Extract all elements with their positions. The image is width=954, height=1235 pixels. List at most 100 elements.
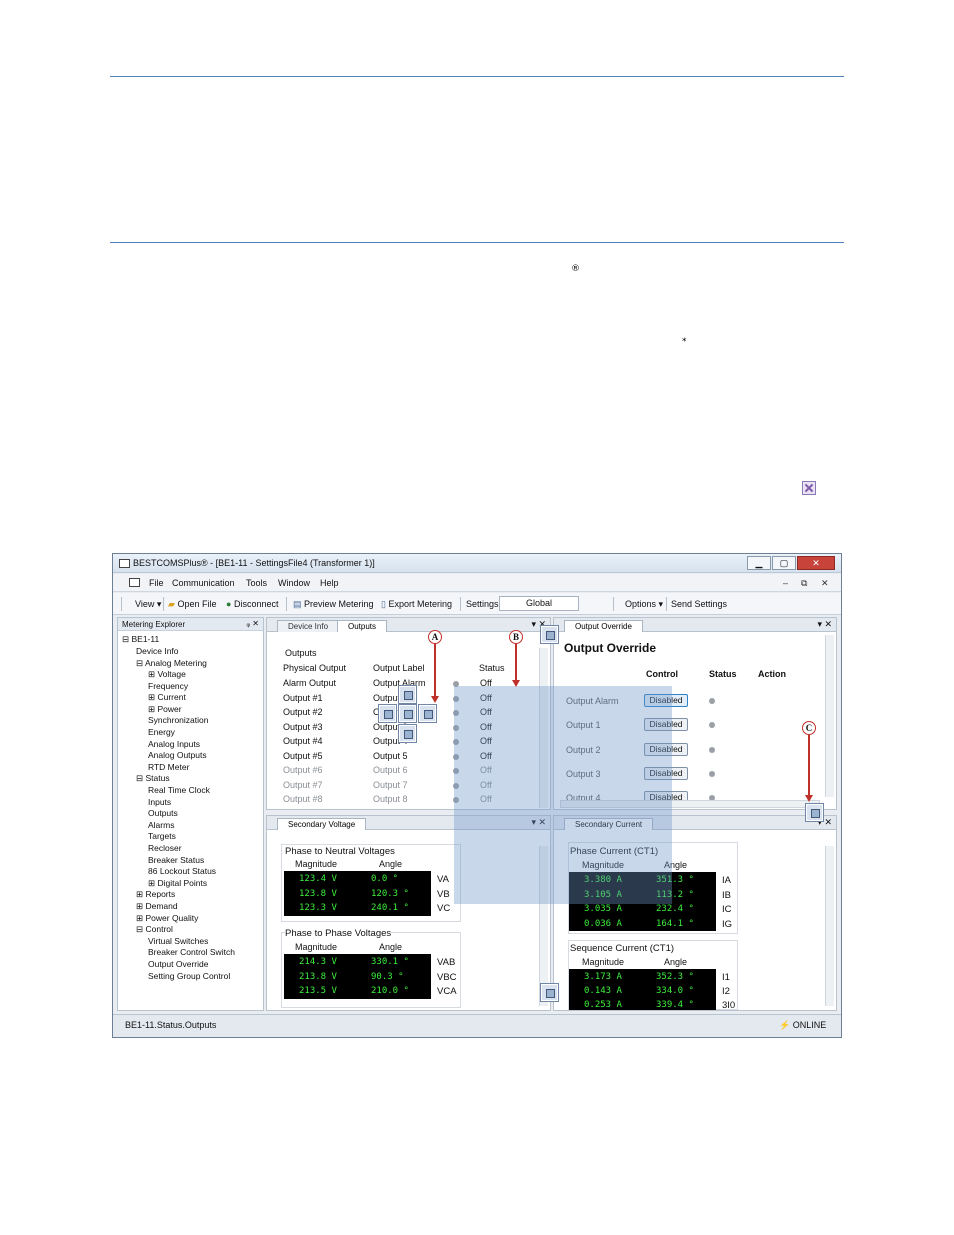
tree-item[interactable]: ⊞ Power Quality xyxy=(136,913,198,924)
menu-bar: File Communication Tools Window Help – ⧉… xyxy=(113,574,841,592)
dock-preview-overlay xyxy=(454,686,672,904)
override-menu-close-icons[interactable]: ▾ ✕ xyxy=(817,619,832,630)
send-settings-button[interactable]: Send Settings xyxy=(671,599,727,609)
status-bar: BE1-11.Status.Outputs ⚡ ONLINE xyxy=(113,1014,841,1037)
options-button[interactable]: Options ▾ xyxy=(625,599,663,610)
tree-item[interactable]: ⊞ Digital Points xyxy=(148,878,207,889)
current-scrollbar[interactable] xyxy=(825,846,834,1006)
tree-item[interactable]: Output Override xyxy=(148,959,208,970)
meter-angle: 240.1 ° xyxy=(371,903,409,913)
tree-item[interactable]: Virtual Switches xyxy=(148,936,208,947)
meter-magnitude: 123.3 V xyxy=(299,903,337,913)
preview-metering-button[interactable]: ▤ Preview Metering xyxy=(293,599,374,610)
tree-item[interactable]: Outputs xyxy=(148,808,178,819)
preview-metering-label: Preview Metering xyxy=(304,599,374,609)
online-label: ONLINE xyxy=(792,1020,827,1030)
tab-secondary-voltage[interactable]: Secondary Voltage xyxy=(277,818,367,830)
dock-guide-left-icon[interactable] xyxy=(378,704,397,723)
maximize-button[interactable]: ▢ xyxy=(772,556,796,570)
dock-guide-top-icon[interactable] xyxy=(398,685,417,704)
tree-item[interactable]: RTD Meter xyxy=(148,762,189,773)
meter-quantity-name: IA xyxy=(722,875,731,886)
tree-item[interactable]: ⊞ Power xyxy=(148,704,182,715)
menu-tools[interactable]: Tools xyxy=(246,578,267,588)
phase-neutral-heading: Phase to Neutral Voltages xyxy=(285,846,395,857)
dock-guide-right-icon[interactable] xyxy=(418,704,437,723)
tab-outputs[interactable]: Outputs xyxy=(337,620,388,632)
tree-item[interactable]: Analog Inputs xyxy=(148,739,200,750)
tree-item[interactable]: ⊞ Current xyxy=(148,692,186,703)
meter-angle: 210.0 ° xyxy=(371,986,409,996)
callout-c: C xyxy=(802,721,816,735)
minimize-button[interactable]: ▁ xyxy=(747,556,771,570)
override-vscroll[interactable] xyxy=(825,635,834,797)
meter-magnitude: 0.253 A xyxy=(584,1000,622,1011)
callout-b-arrowhead xyxy=(512,680,520,687)
vn-col-mag: Magnitude xyxy=(295,859,338,869)
export-metering-button[interactable]: ▯ Export Metering xyxy=(381,599,452,610)
menu-window[interactable]: Window xyxy=(278,578,310,588)
meter-quantity-name: VAB xyxy=(437,957,456,968)
settings-select[interactable]: Global xyxy=(499,596,579,611)
close-button-icon xyxy=(802,481,816,495)
meter-quantity-name: I2 xyxy=(722,986,730,998)
tree-item[interactable]: Real Time Clock xyxy=(148,785,210,796)
meter-quantity-name: IB xyxy=(722,889,731,901)
close-button[interactable]: ✕ xyxy=(797,556,835,570)
meter-magnitude: 0.143 A xyxy=(584,986,622,997)
connection-icon: ⚡ xyxy=(779,1020,791,1030)
mdi-restore-button[interactable]: ⧉ xyxy=(801,578,807,589)
tree-item[interactable]: ⊞ Reports xyxy=(136,889,175,900)
tab-device-info[interactable]: Device Info xyxy=(277,620,340,632)
override-status-led xyxy=(709,771,715,777)
explorer-title: Metering Explorer xyxy=(122,620,186,629)
dock-guide-center-icon[interactable] xyxy=(398,704,417,723)
tree-item[interactable]: ⊞ Voltage xyxy=(148,669,186,680)
meter-quantity-name: VB xyxy=(437,888,450,900)
menu-communication[interactable]: Communication xyxy=(172,578,235,588)
tree-item[interactable]: Breaker Status xyxy=(148,855,204,866)
sequence-current-heading: Sequence Current (CT1) xyxy=(570,943,675,954)
tree-item[interactable]: Alarms xyxy=(148,820,174,831)
section-rule xyxy=(110,242,844,243)
tree-item[interactable]: ⊞ Demand xyxy=(136,901,178,912)
outputs-heading: Outputs xyxy=(285,648,317,658)
tree-item[interactable]: ⊟ BE1-11 xyxy=(122,634,159,645)
tree-item[interactable]: Energy xyxy=(148,727,175,738)
tree-item[interactable]: ⊟ Analog Metering xyxy=(136,658,207,669)
mdi-close-button[interactable]: ✕ xyxy=(821,578,829,589)
meter-magnitude: 3.035 A xyxy=(584,904,622,914)
explorer-pin-close-icons[interactable]: ᵩ ✕ xyxy=(247,619,259,628)
tree-item[interactable]: Setting Group Control xyxy=(148,971,230,982)
tree-item[interactable]: ⊟ Status xyxy=(136,773,170,784)
dock-guide-window-bottom-icon[interactable] xyxy=(540,983,559,1002)
mdi-minimize-button[interactable]: – xyxy=(783,578,788,588)
vn-col-ang: Angle xyxy=(379,859,403,869)
dock-guide-window-top-icon[interactable] xyxy=(540,625,559,644)
dock-guide-bottom-icon[interactable] xyxy=(398,724,417,743)
disconnect-button[interactable]: ● Disconnect xyxy=(226,599,278,609)
tree-item[interactable]: Synchronization xyxy=(148,715,208,726)
meter-quantity-name: VCA xyxy=(437,986,457,997)
menu-help[interactable]: Help xyxy=(320,578,339,588)
tree-item[interactable]: Breaker Control Switch xyxy=(148,947,235,958)
folder-icon: ▰ xyxy=(168,599,175,609)
tree-item[interactable]: Frequency xyxy=(148,681,188,692)
tree-item[interactable]: Targets xyxy=(148,831,176,842)
tree-item[interactable]: 86 Lockout Status xyxy=(148,866,216,877)
output-row-physical: Output #4 xyxy=(283,736,323,746)
tree-item[interactable]: Device Info xyxy=(136,646,179,657)
meter-quantity-name: IC xyxy=(722,904,732,915)
tree-item[interactable]: Analog Outputs xyxy=(148,750,207,761)
disconnect-label: Disconnect xyxy=(233,599,279,609)
tree-item[interactable]: Inputs xyxy=(148,797,171,808)
open-file-button[interactable]: ▰ Open File xyxy=(168,599,216,610)
menu-file[interactable]: File xyxy=(149,578,164,588)
dock-guide-window-right-icon[interactable] xyxy=(805,803,824,822)
output-row-physical: Output #6 xyxy=(283,765,323,775)
mdi-icon xyxy=(129,578,140,587)
tab-output-override[interactable]: Output Override xyxy=(564,620,643,632)
tree-item[interactable]: ⊟ Control xyxy=(136,924,173,935)
tree-item[interactable]: Recloser xyxy=(148,843,182,854)
view-button[interactable]: View ▾ xyxy=(135,599,161,610)
